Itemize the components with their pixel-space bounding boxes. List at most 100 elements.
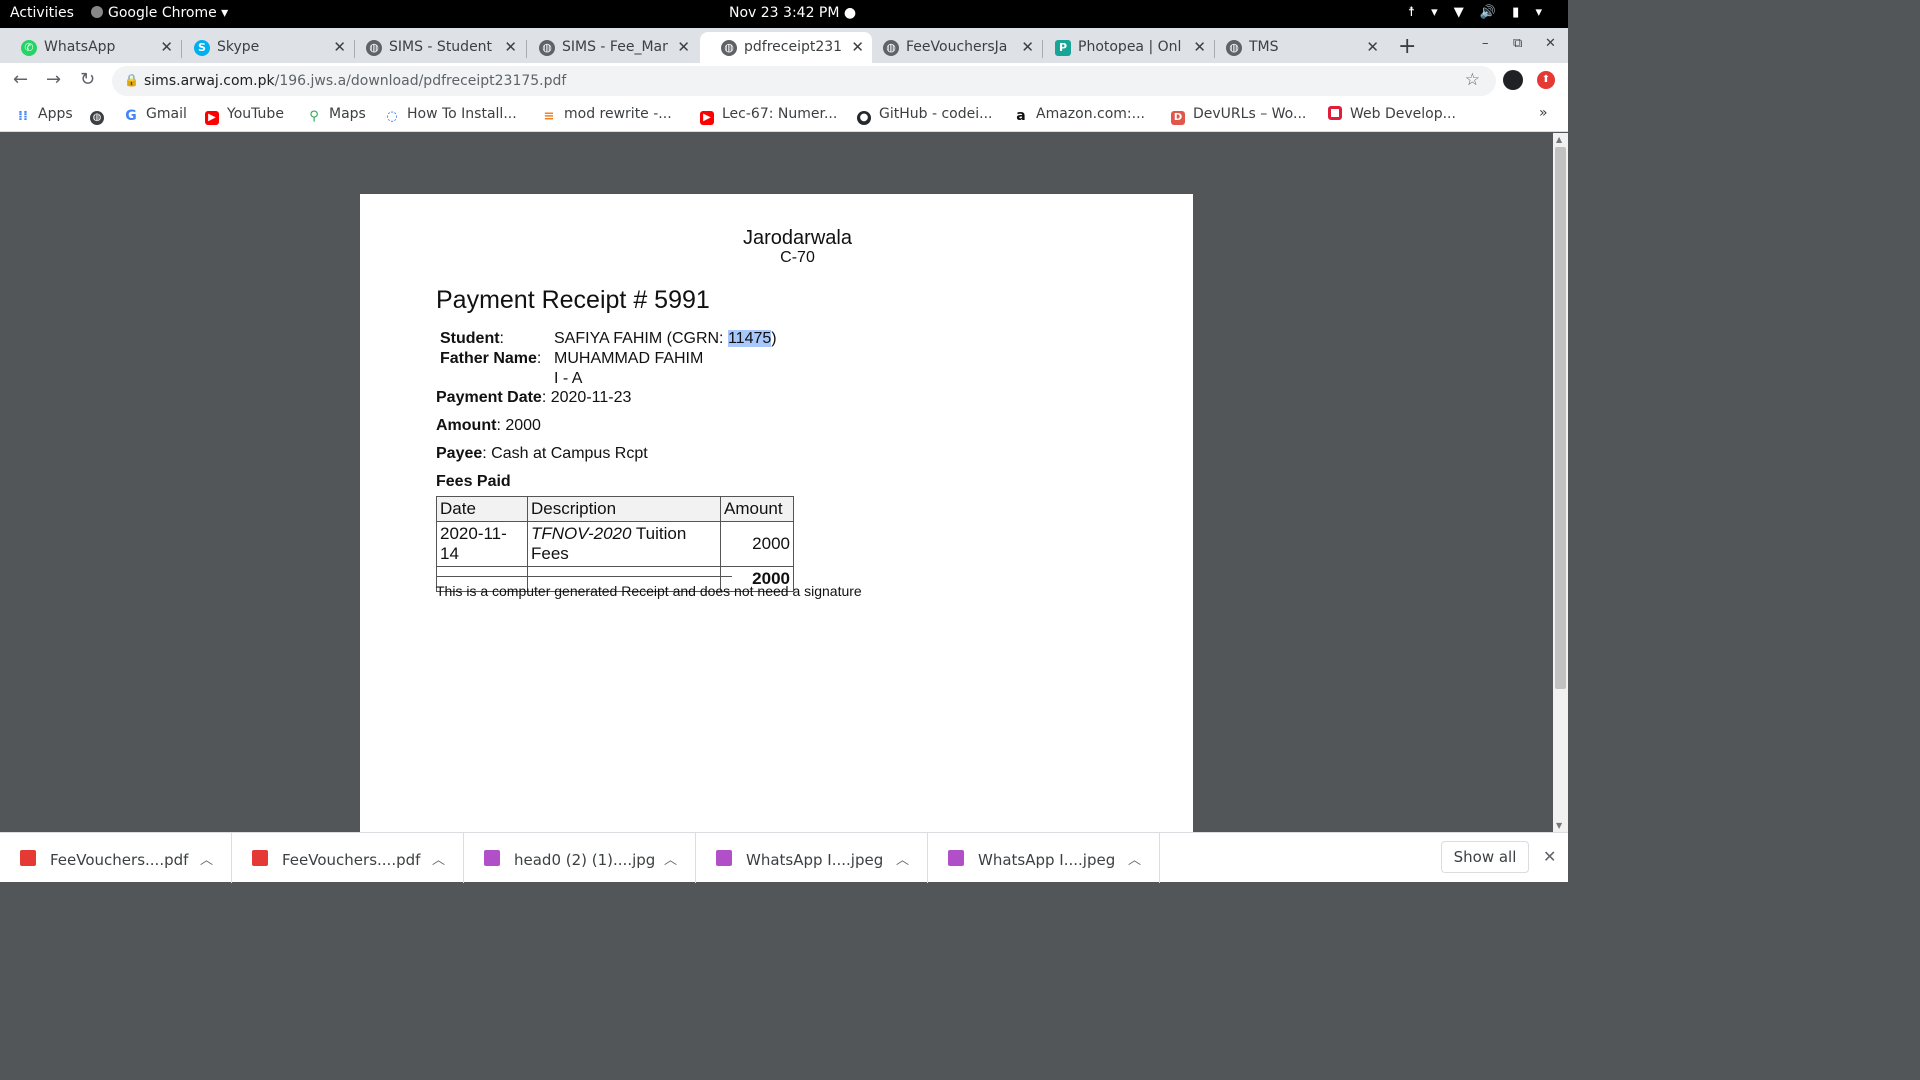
class-section: I - A bbox=[554, 370, 583, 387]
fees-table: Date Description Amount 2020-11-14 TFNOV… bbox=[436, 496, 794, 592]
chevron-up-icon[interactable]: ︿ bbox=[896, 849, 909, 868]
show-all-downloads-button[interactable]: Show all bbox=[1441, 841, 1529, 873]
download-item[interactable]: head0 (2) (1)....jpg ︿ bbox=[464, 833, 696, 883]
amount-value: 2000 bbox=[505, 417, 541, 434]
amazon-icon: a bbox=[1016, 108, 1026, 124]
bookmark-mod-rewrite[interactable]: ≡ mod rewrite -... bbox=[542, 106, 672, 124]
bookmark-gmail[interactable]: G Gmail bbox=[124, 106, 187, 123]
close-icon[interactable]: ✕ bbox=[1021, 38, 1034, 56]
close-icon[interactable]: ✕ bbox=[677, 38, 690, 56]
system-status-icons[interactable]: ☨ ▾ ▼ 🔊 ▮ ▾ bbox=[1408, 5, 1548, 20]
new-tab-button[interactable]: + bbox=[1398, 34, 1416, 59]
tab-feevouchers[interactable]: ◍ FeeVouchersJa ✕ bbox=[862, 32, 1042, 63]
browser-toolbar: ← → ↻ 🔒 sims.arwaj.com.pk/196.jws.a/down… bbox=[0, 63, 1568, 99]
fees-paid-label: Fees Paid bbox=[436, 473, 511, 490]
download-item[interactable]: FeeVouchers....pdf ︿ bbox=[232, 833, 464, 883]
student-label: Student bbox=[440, 330, 500, 347]
close-window-icon[interactable]: ✕ bbox=[1545, 36, 1556, 51]
reload-icon[interactable]: ↻ bbox=[80, 69, 95, 90]
bookmark-maps[interactable]: ⚲ Maps bbox=[307, 106, 366, 124]
tab-skype[interactable]: S Skype ✕ bbox=[173, 32, 354, 63]
globe-icon: ◍ bbox=[1226, 40, 1242, 56]
tab-label: Photopea | Onl bbox=[1078, 39, 1182, 55]
download-filename: WhatsApp I....jpeg bbox=[978, 851, 1116, 869]
globe-icon: ◍ bbox=[539, 40, 555, 56]
url-host: sims.arwaj.com.pk bbox=[144, 73, 275, 89]
activities-button[interactable]: Activities bbox=[10, 5, 74, 21]
payment-date: 2020-11-23 bbox=[550, 389, 632, 406]
close-download-shelf-icon[interactable]: ✕ bbox=[1543, 847, 1556, 866]
tab-whatsapp[interactable]: ✆ WhatsApp ✕ bbox=[0, 32, 181, 63]
download-item[interactable]: FeeVouchers....pdf ︿ bbox=[0, 833, 232, 883]
clock[interactable]: Nov 23 3:42 PM ● bbox=[729, 5, 856, 21]
bookmark-apps[interactable]: ⁞⁞ Apps bbox=[16, 106, 73, 124]
forward-arrow-icon[interactable]: → bbox=[46, 69, 61, 90]
download-filename: WhatsApp I....jpeg bbox=[746, 851, 884, 869]
app-menu[interactable]: Google Chrome ▾ bbox=[91, 5, 228, 21]
profile-avatar-icon[interactable] bbox=[1503, 70, 1523, 90]
payee-label: Payee bbox=[436, 445, 483, 462]
maps-pin-icon: ⚲ bbox=[309, 109, 319, 124]
system-top-bar: Activities Google Chrome ▾ Nov 23 3:42 P… bbox=[0, 0, 1568, 28]
stack-icon: ≡ bbox=[543, 109, 555, 124]
tab-pdfreceipt[interactable]: ◍ pdfreceipt2317 ✕ bbox=[700, 32, 872, 63]
extension-icon[interactable]: ⬆ bbox=[1537, 71, 1555, 89]
scroll-up-icon[interactable]: ▲ bbox=[1556, 135, 1562, 144]
bookmark-label: Lec-67: Numer... bbox=[722, 106, 838, 122]
download-shelf: FeeVouchers....pdf ︿ FeeVouchers....pdf … bbox=[0, 832, 1568, 883]
receipt-title: Payment Receipt # 5991 bbox=[436, 286, 710, 314]
lock-icon[interactable]: 🔒 bbox=[124, 73, 139, 87]
restore-icon[interactable]: ⧉ bbox=[1513, 36, 1522, 51]
pdf-page: Jarodarwala C-70 Payment Receipt # 5991 … bbox=[360, 194, 1193, 834]
bookmark-label: How To Install... bbox=[407, 106, 517, 122]
github-icon: ● bbox=[857, 111, 871, 125]
vertical-scrollbar[interactable]: ▲ ▼ bbox=[1553, 133, 1568, 832]
bookmark-star-icon[interactable]: ☆ bbox=[1465, 70, 1480, 90]
tab-tms[interactable]: ◍ TMS ✕ bbox=[1205, 32, 1387, 63]
download-item[interactable]: WhatsApp I....jpeg ︿ bbox=[696, 833, 928, 883]
bookmark-amazon[interactable]: a Amazon.com:... bbox=[1014, 106, 1145, 123]
download-filename: FeeVouchers....pdf bbox=[282, 851, 421, 869]
tab-label: Skype bbox=[217, 39, 260, 55]
bookmarks-overflow-icon[interactable]: » bbox=[1539, 105, 1548, 121]
bookmark-label: Maps bbox=[329, 106, 366, 122]
tab-photopea[interactable]: P Photopea | Onl ✕ bbox=[1034, 32, 1214, 63]
column-header: Description bbox=[527, 496, 721, 522]
tab-strip: ✆ WhatsApp ✕ S Skype ✕ ◍ SIMS - Student … bbox=[0, 28, 1568, 63]
bookmark-devurls[interactable]: D DevURLs – Wo... bbox=[1171, 106, 1306, 125]
whatsapp-icon: ✆ bbox=[21, 40, 37, 56]
globe-icon: ◍ bbox=[90, 111, 104, 125]
download-item[interactable]: WhatsApp I....jpeg ︿ bbox=[928, 833, 1160, 883]
apps-grid-icon: ⁞⁞ bbox=[18, 109, 28, 124]
devurls-icon: D bbox=[1171, 111, 1185, 125]
globe-icon: ◍ bbox=[883, 40, 899, 56]
chevron-up-icon[interactable]: ︿ bbox=[664, 849, 677, 868]
bookmark-globe[interactable]: ◍ bbox=[90, 106, 112, 125]
address-bar[interactable]: 🔒 sims.arwaj.com.pk/196.jws.a/download/p… bbox=[112, 66, 1496, 96]
bookmark-label: YouTube bbox=[227, 106, 284, 122]
image-file-icon bbox=[948, 850, 964, 866]
close-icon[interactable]: ✕ bbox=[1366, 38, 1379, 56]
column-header: Amount bbox=[720, 496, 794, 522]
scroll-down-icon[interactable]: ▼ bbox=[1556, 821, 1562, 830]
minimize-icon[interactable]: – bbox=[1482, 36, 1489, 51]
bookmark-youtube[interactable]: ▶ YouTube bbox=[205, 106, 284, 125]
chevron-up-icon[interactable]: ︿ bbox=[432, 849, 445, 868]
bookmark-lec-67[interactable]: ▶ Lec-67: Numer... bbox=[700, 106, 837, 125]
tab-sims-student[interactable]: ◍ SIMS - Student ✕ bbox=[345, 32, 525, 63]
chevron-up-icon[interactable]: ︿ bbox=[200, 849, 213, 868]
image-file-icon bbox=[716, 850, 732, 866]
bookmark-github[interactable]: ● GitHub - codei... bbox=[857, 106, 992, 125]
scrollbar-thumb[interactable] bbox=[1555, 147, 1566, 689]
tab-label: SIMS - Student bbox=[389, 39, 493, 55]
bookmark-how-to-install[interactable]: ◌ How To Install... bbox=[385, 106, 517, 124]
close-icon[interactable]: ✕ bbox=[160, 38, 173, 56]
tab-sims-fee[interactable]: ◍ SIMS - Fee_Man ✕ bbox=[518, 32, 698, 63]
back-arrow-icon[interactable]: ← bbox=[13, 69, 28, 90]
divider bbox=[436, 576, 732, 577]
payment-date-label: Payment Date bbox=[436, 389, 542, 406]
close-icon[interactable]: ✕ bbox=[504, 38, 517, 56]
chevron-up-icon[interactable]: ︿ bbox=[1128, 849, 1141, 868]
youtube-icon: ▶ bbox=[205, 111, 219, 125]
bookmark-web-develop[interactable]: Web Develop... bbox=[1328, 106, 1456, 122]
